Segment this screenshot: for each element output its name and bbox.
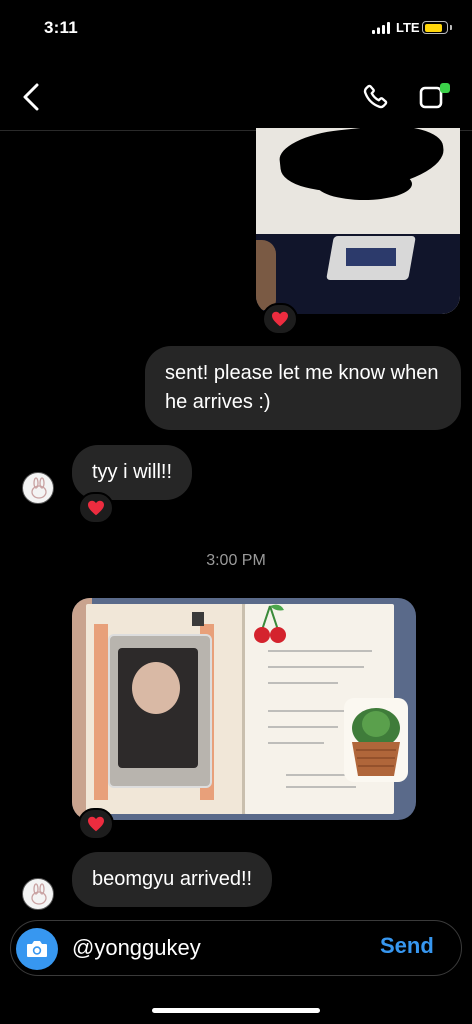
chevron-left-icon <box>23 83 39 111</box>
network-label: LTE <box>396 20 420 35</box>
avatar[interactable] <box>22 472 54 504</box>
message-bubble-received[interactable]: beomgyu arrived!! <box>72 852 273 907</box>
battery-icon <box>422 21 448 34</box>
back-button[interactable] <box>14 80 48 114</box>
message-bubble-sent[interactable]: sent! please let me know when he arrives… <box>145 346 461 430</box>
home-indicator <box>152 1008 320 1013</box>
avatar-image <box>31 883 47 905</box>
battery-cap <box>450 25 452 30</box>
avatar[interactable] <box>22 878 54 910</box>
heart-reaction[interactable] <box>78 492 114 524</box>
timestamp: 3:00 PM <box>206 552 266 569</box>
call-button[interactable] <box>356 78 394 116</box>
heart-reaction[interactable] <box>262 303 298 335</box>
heart-reaction[interactable] <box>78 808 114 840</box>
send-button[interactable]: Send <box>380 933 434 959</box>
signal-icon <box>372 22 390 34</box>
cactus-sticker <box>344 698 408 782</box>
video-camera-icon <box>419 83 450 109</box>
camera-icon <box>27 941 47 957</box>
message-input[interactable] <box>72 931 362 965</box>
heart-icon <box>88 500 104 516</box>
heart-icon <box>88 816 104 832</box>
phone-icon <box>363 84 388 109</box>
received-photo[interactable] <box>72 598 416 820</box>
heart-icon <box>272 311 288 327</box>
sent-photo[interactable] <box>256 128 460 314</box>
video-call-button[interactable] <box>414 78 456 116</box>
cherry-sticker <box>254 604 286 643</box>
avatar-image <box>31 477 47 499</box>
status-time: 3:11 <box>44 18 78 37</box>
camera-button[interactable] <box>16 928 58 970</box>
